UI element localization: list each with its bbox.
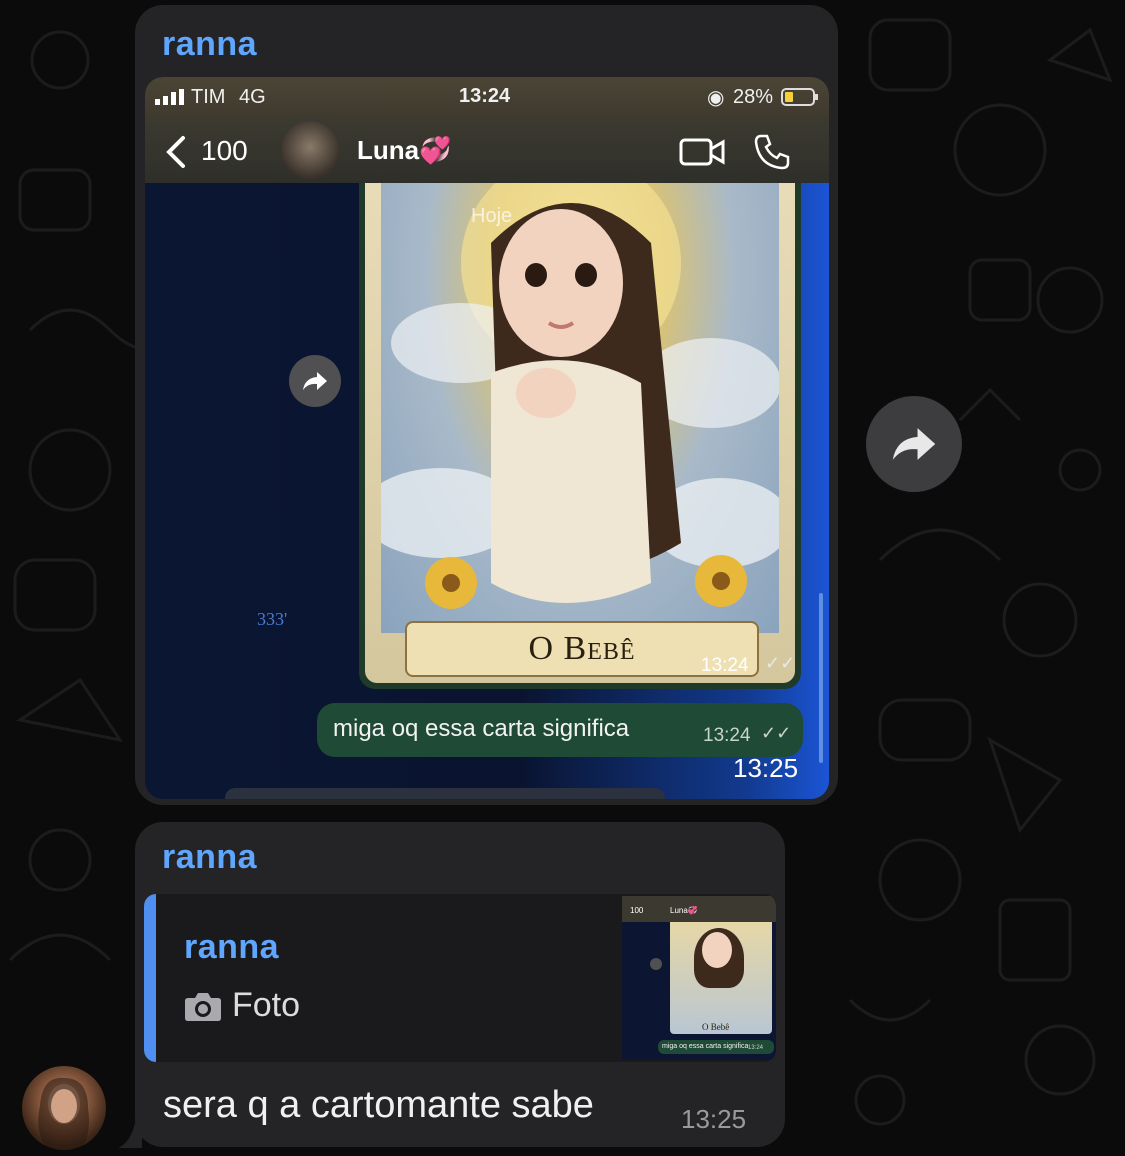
read-check-icon: ✓✓	[761, 723, 792, 743]
card-title: O Bebê	[528, 630, 636, 667]
sender-avatar[interactable]	[22, 1066, 106, 1150]
chat-header: 100 Luna💞	[145, 117, 829, 183]
side-label: 333'	[257, 609, 288, 629]
bubble-tail	[118, 1118, 142, 1148]
camera-icon	[185, 993, 221, 1021]
forward-icon	[303, 372, 327, 390]
rotation-lock-icon: ◉	[707, 87, 725, 109]
contact-avatar[interactable]	[281, 121, 339, 179]
battery-percent: 28%	[733, 86, 774, 108]
inner-chat-area: Hoje O Bebê 13:24 ✓✓ 333' miga oq essa c…	[145, 183, 829, 799]
message-bubble-forwarded-screenshot[interactable]: ranna TIM 4G 13:24 ◉ 28% 100 Luna�	[135, 5, 838, 805]
read-check-icon: ✓✓	[765, 653, 796, 673]
sender-name: ranna	[162, 25, 258, 63]
carrier-label: TIM	[191, 86, 226, 108]
quoted-reply[interactable]: ranna Foto 100 Luna💞 O Bebê miga oq essa…	[144, 894, 776, 1062]
status-time: 13:24	[459, 85, 511, 107]
forward-button-inner[interactable]	[289, 355, 341, 407]
screenshot-image[interactable]: TIM 4G 13:24 ◉ 28% 100 Luna💞 Hoje O Bebê…	[145, 77, 829, 799]
input-bar-fragment	[225, 788, 665, 799]
sent-message[interactable]: miga oq essa carta significa 13:24 ✓✓	[317, 703, 803, 757]
network-label: 4G	[239, 86, 266, 108]
sent-time: 13:24	[703, 725, 751, 746]
forward-button[interactable]	[866, 396, 962, 492]
date-overlay: Hoje	[471, 205, 513, 227]
message-bubble-reply[interactable]: ranna ranna Foto 100 Luna💞 O Bebê miga o…	[135, 822, 785, 1147]
contact-name[interactable]: Luna💞	[357, 135, 451, 166]
card-time: 13:24	[701, 655, 749, 676]
tarot-card-image[interactable]: Hoje O Bebê 13:24 ✓✓	[359, 183, 801, 689]
signal-icon	[155, 89, 184, 105]
thumb-contact: Luna💞	[670, 906, 698, 915]
video-call-icon[interactable]	[679, 137, 725, 167]
reply-sender: ranna	[184, 928, 280, 966]
battery-icon	[781, 88, 818, 106]
thumb-time: 13:24	[748, 1045, 764, 1051]
reply-thumbnail: 100 Luna💞 O Bebê miga oq essa carta sign…	[622, 896, 776, 1060]
message-time: 13:25	[681, 1104, 747, 1134]
sent-text: miga oq essa carta significa	[333, 715, 630, 742]
back-count[interactable]: 100	[201, 135, 248, 167]
sender-name: ranna	[162, 838, 258, 876]
thumb-msg: miga oq essa carta significa	[662, 1043, 749, 1050]
message-time: 13:25	[733, 753, 799, 783]
forward-icon	[892, 428, 936, 460]
phone-status-bar: TIM 4G 13:24 ◉ 28%	[145, 77, 829, 117]
phone-icon[interactable]	[753, 133, 791, 171]
thumb-card-title: O Bebê	[702, 1022, 730, 1032]
message-text: sera q a cartomante sabe	[163, 1084, 594, 1126]
reply-label: Foto	[232, 986, 301, 1024]
tarot-illustration	[361, 183, 791, 633]
reply-accent-bar	[144, 894, 156, 1062]
thumb-back: 100	[630, 906, 644, 915]
back-chevron-icon[interactable]	[165, 135, 187, 169]
scroll-indicator	[819, 593, 823, 763]
